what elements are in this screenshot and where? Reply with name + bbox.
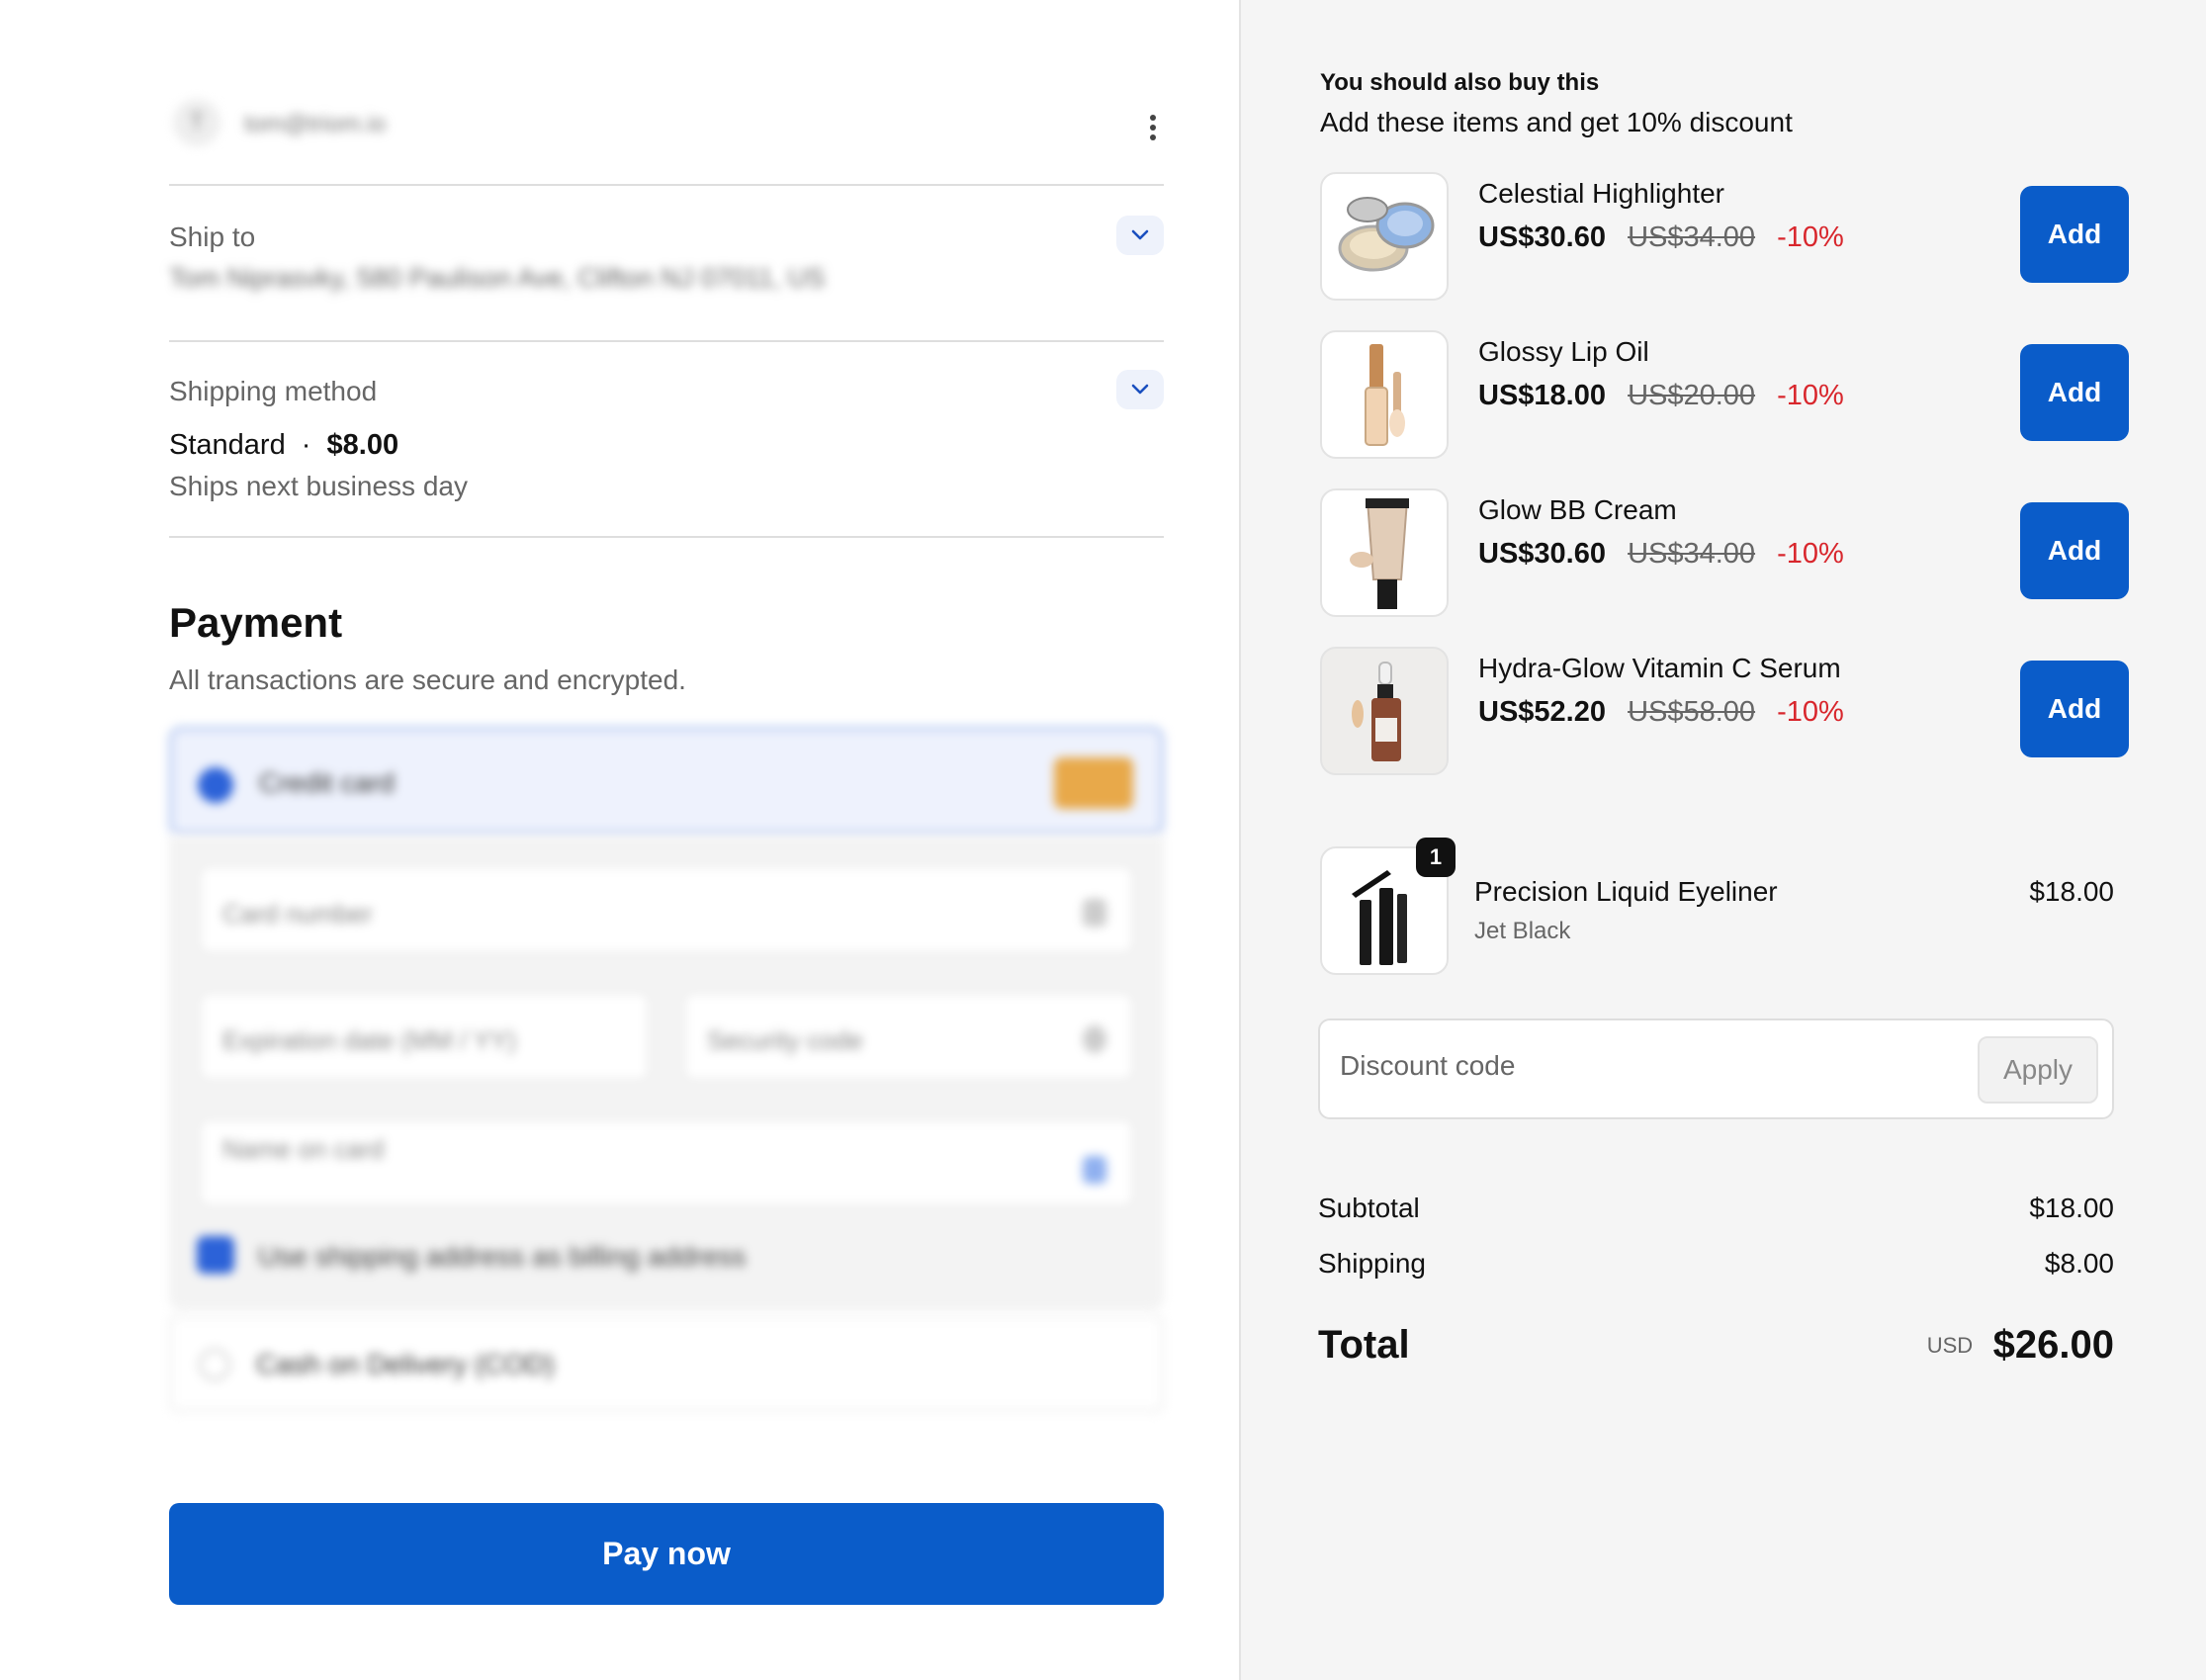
account-email: tom@triom.io	[244, 111, 387, 137]
serum-bottle-image	[1320, 647, 1449, 775]
credit-card-option[interactable]: Credit card	[169, 727, 1164, 836]
name-on-card-field[interactable]: Name on card	[199, 1118, 1134, 1207]
avatar: T	[173, 99, 221, 146]
more-options-icon[interactable]	[1150, 115, 1158, 142]
product-old-price: US$20.00	[1628, 380, 1756, 411]
expiration-date-field[interactable]: Expiration date (MM / YY)	[199, 992, 650, 1081]
product-name: Hydra-Glow Vitamin C Serum	[1478, 653, 1841, 683]
account-row: T tom@triom.io	[169, 99, 1164, 186]
add-celestial-highlighter-button[interactable]: Add	[2020, 186, 2129, 283]
help-icon[interactable]	[1083, 1025, 1106, 1053]
upsell-subtitle: Add these items and get 10% discount	[1320, 107, 1793, 137]
upsell-product: Glossy Lip Oil US$18.00 US$20.00 -10% Ad…	[1320, 330, 2129, 459]
shipping-method-section: Shipping method Standard · $8.00 Ships n…	[169, 342, 1164, 538]
product-discount: -10%	[1777, 380, 1844, 411]
add-vitamin-c-serum-button[interactable]: Add	[2020, 661, 2129, 757]
add-glow-bb-cream-button[interactable]: Add	[2020, 502, 2129, 599]
highlighter-compact-image	[1320, 172, 1449, 301]
checkout-form-panel: T tom@triom.io Ship to Tom Niprasvky, 58…	[0, 0, 1239, 1680]
shipping-method-note: Ships next business day	[169, 471, 468, 501]
upsell-product: Glow BB Cream US$30.60 US$34.00 -10% Add	[1320, 488, 2129, 617]
shipping-method-name: Standard	[169, 429, 286, 461]
discount-code-input[interactable]	[1340, 1050, 1933, 1082]
cart-item-price: $18.00	[2029, 876, 2114, 907]
payment-subtitle: All transactions are secure and encrypte…	[169, 664, 686, 695]
card-brand-icon	[1054, 757, 1133, 809]
billing-address-label: Use shipping address as billing address	[258, 1241, 747, 1272]
cod-label: Cash on Delivery (COD)	[256, 1349, 555, 1379]
total-amount: USD $26.00	[1927, 1323, 2114, 1368]
product-discount: -10%	[1777, 696, 1844, 728]
order-summary-panel: You should also buy this Add these items…	[1239, 0, 2206, 1680]
product-discount: -10%	[1777, 538, 1844, 570]
product-price: US$18.00	[1478, 380, 1606, 411]
lock-icon	[1083, 899, 1106, 927]
apply-discount-button[interactable]: Apply	[1978, 1036, 2098, 1104]
discount-code-box: Apply	[1318, 1018, 2114, 1119]
shipping-label: Shipping	[1318, 1248, 1426, 1279]
security-code-placeholder: Security code	[707, 1025, 863, 1055]
product-prices: US$52.20 US$58.00 -10%	[1478, 696, 1844, 729]
bb-cream-tube-image	[1320, 488, 1449, 617]
cart-item-name: Precision Liquid Eyeliner	[1474, 876, 1778, 907]
cart-item-variant: Jet Black	[1474, 918, 1571, 944]
card-number-placeholder: Card number	[222, 899, 373, 928]
billing-address-checkbox[interactable]	[197, 1236, 234, 1274]
name-on-card-placeholder: Name on card	[222, 1134, 385, 1164]
product-name: Glossy Lip Oil	[1478, 336, 1649, 367]
product-old-price: US$34.00	[1628, 221, 1756, 253]
upsell-product: Celestial Highlighter US$30.60 US$34.00 …	[1320, 172, 2129, 301]
product-old-price: US$34.00	[1628, 538, 1756, 570]
shipping-method-label: Shipping method	[169, 376, 378, 406]
product-prices: US$18.00 US$20.00 -10%	[1478, 380, 1844, 412]
product-price: US$30.60	[1478, 538, 1606, 570]
product-prices: US$30.60 US$34.00 -10%	[1478, 538, 1844, 571]
subtotal-value: $18.00	[2029, 1193, 2114, 1223]
subtotal-label: Subtotal	[1318, 1193, 1420, 1223]
cod-option[interactable]: Cash on Delivery (COD)	[169, 1315, 1164, 1412]
credit-card-form: Card number Expiration date (MM / YY) Se…	[169, 836, 1164, 1310]
shipping-method-value: Standard · $8.00	[169, 429, 398, 462]
ship-to-chevron-down-icon[interactable]	[1116, 216, 1164, 255]
ship-to-address: Tom Niprasvky, 580 Paulison Ave, Clifton…	[169, 263, 826, 293]
pay-now-button[interactable]: Pay now	[169, 1503, 1164, 1605]
separator-dot: ·	[301, 429, 311, 461]
upsell-product: Hydra-Glow Vitamin C Serum US$52.20 US$5…	[1320, 647, 2129, 775]
product-price: US$52.20	[1478, 696, 1606, 728]
credit-card-label: Credit card	[259, 767, 395, 798]
add-glossy-lip-oil-button[interactable]: Add	[2020, 344, 2129, 441]
product-name: Glow BB Cream	[1478, 494, 1677, 525]
expiration-placeholder: Expiration date (MM / YY)	[222, 1025, 517, 1055]
product-name: Celestial Highlighter	[1478, 178, 1725, 209]
credit-card-radio[interactable]	[198, 767, 233, 803]
card-number-field[interactable]: Card number	[199, 865, 1134, 954]
shipping-value: $8.00	[2044, 1248, 2114, 1279]
payment-title: Payment	[169, 599, 343, 646]
autofill-icon	[1083, 1156, 1106, 1184]
product-old-price: US$58.00	[1628, 696, 1756, 728]
total-value: $26.00	[1992, 1323, 2114, 1367]
ship-to-section: Ship to Tom Niprasvky, 580 Paulison Ave,…	[169, 188, 1164, 342]
security-code-field[interactable]: Security code	[683, 992, 1134, 1081]
total-label: Total	[1318, 1323, 1410, 1367]
total-currency: USD	[1926, 1332, 1974, 1358]
quantity-badge: 1	[1416, 838, 1456, 877]
upsell-title: You should also buy this	[1320, 69, 1600, 96]
product-discount: -10%	[1777, 221, 1844, 253]
ship-to-label: Ship to	[169, 221, 256, 252]
lip-oil-image	[1320, 330, 1449, 459]
product-price: US$30.60	[1478, 221, 1606, 253]
cod-radio[interactable]	[199, 1349, 230, 1380]
shipping-method-price: $8.00	[326, 429, 399, 461]
product-prices: US$30.60 US$34.00 -10%	[1478, 221, 1844, 254]
shipping-method-chevron-down-icon[interactable]	[1116, 370, 1164, 409]
